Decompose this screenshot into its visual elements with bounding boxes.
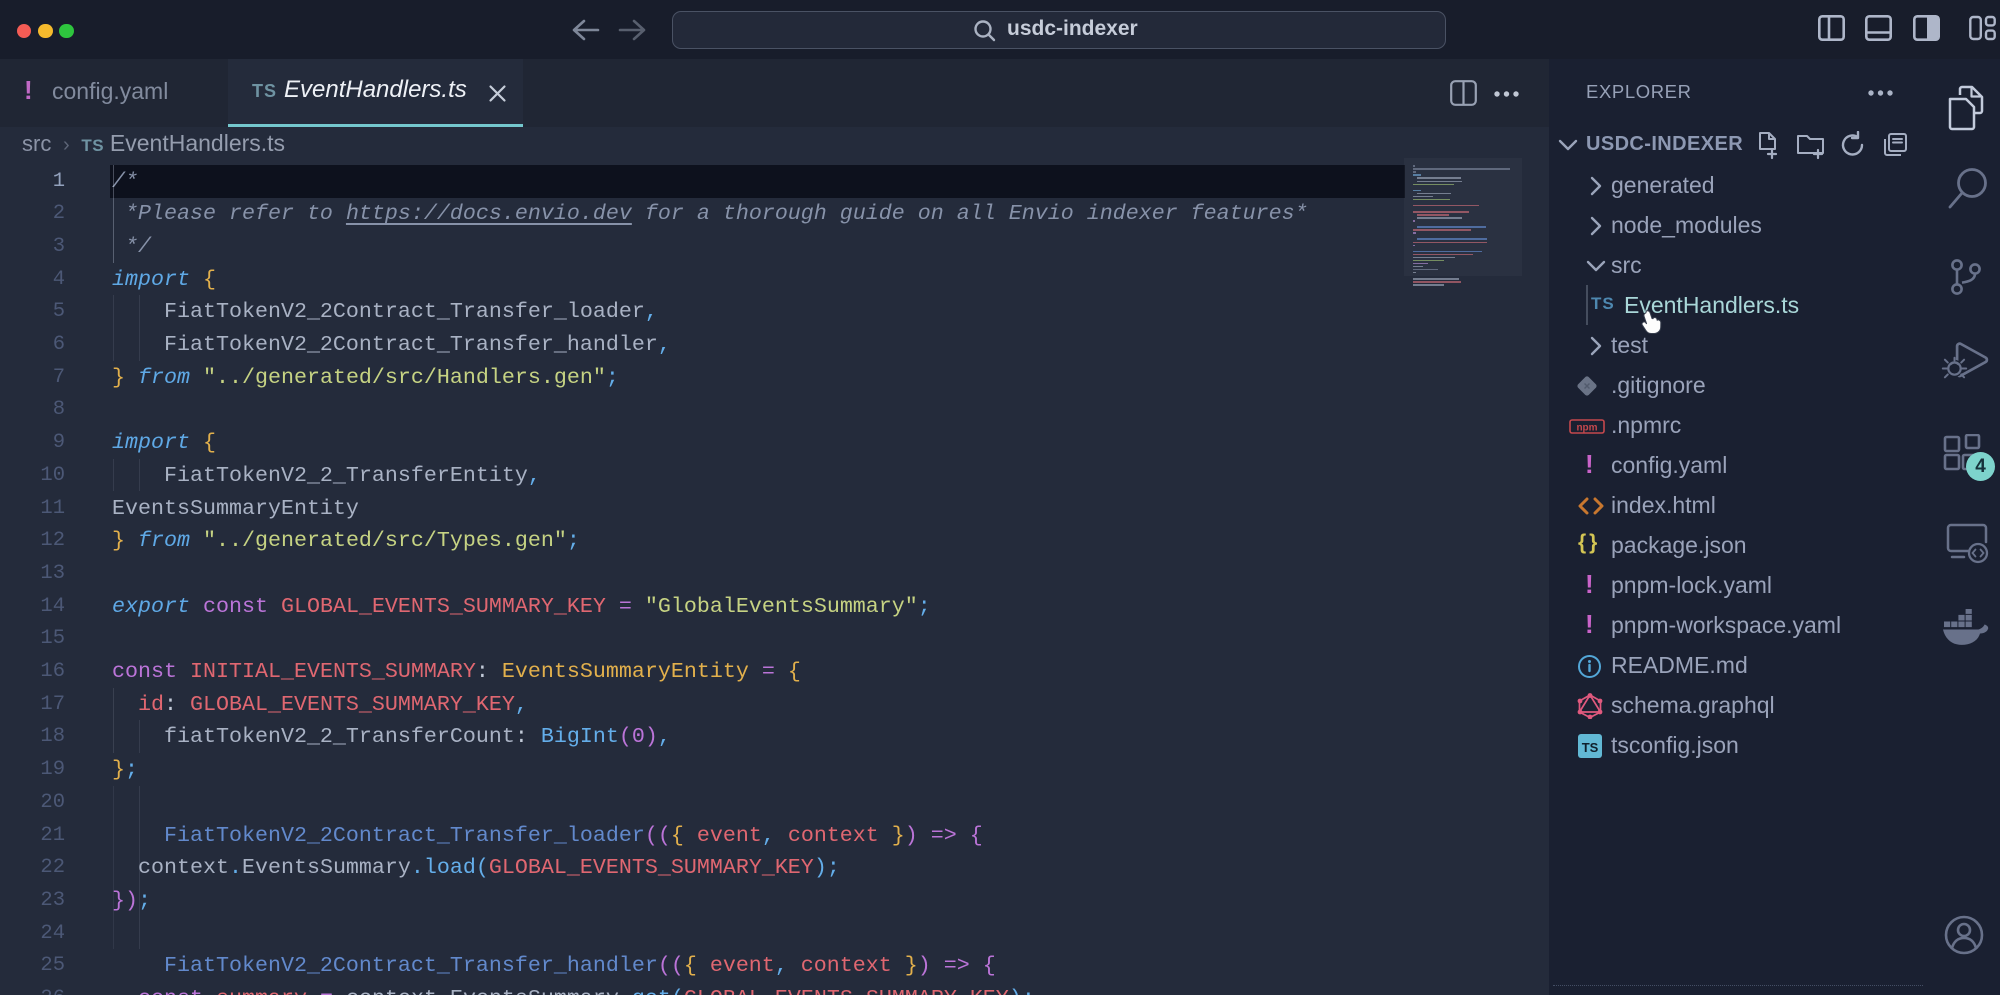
svg-text:TS: TS — [1582, 740, 1599, 755]
svg-text:npm: npm — [1576, 423, 1597, 434]
